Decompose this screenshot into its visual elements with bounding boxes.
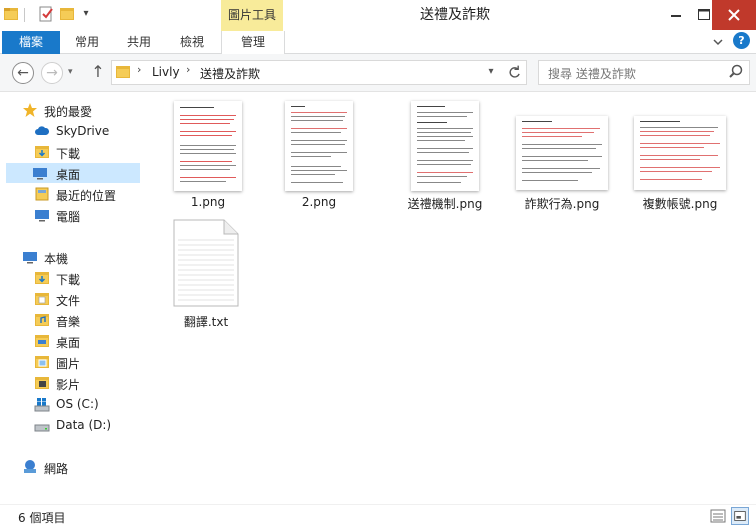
- file-name[interactable]: 複數帳號.png: [620, 195, 740, 212]
- breadcrumb-chevron-icon[interactable]: ›: [137, 63, 141, 76]
- music-folder-icon: [35, 314, 49, 326]
- picture-tools-header: 圖片工具: [221, 0, 283, 31]
- nav-label: 音樂: [56, 315, 81, 329]
- documents-folder-icon: [35, 293, 49, 305]
- address-history-dropdown[interactable]: ▾: [484, 64, 498, 80]
- nav-computer-fav[interactable]: 電腦: [30, 205, 152, 225]
- downloads-folder-icon: [35, 272, 49, 284]
- file-name[interactable]: 2.png: [259, 195, 379, 209]
- recent-locations-dropdown[interactable]: ▾: [68, 67, 78, 77]
- cloud-icon: [35, 126, 50, 135]
- nav-label: 下載: [56, 273, 81, 287]
- file-thumbnail[interactable]: [285, 101, 353, 191]
- file-name[interactable]: 翻譯.txt: [146, 313, 266, 330]
- tab-share[interactable]: 共用: [118, 31, 160, 53]
- file-thumbnail[interactable]: [174, 101, 242, 191]
- nav-recent-places[interactable]: 最近的位置: [30, 184, 152, 204]
- nav-drive-c[interactable]: OS (C:): [30, 394, 152, 414]
- file-thumbnail[interactable]: [411, 101, 479, 191]
- nav-label: 最近的位置: [56, 189, 117, 203]
- tab-home[interactable]: 常用: [66, 31, 108, 53]
- nav-desktop-fav[interactable]: 桌面: [6, 163, 140, 183]
- nav-downloads[interactable]: 下載: [30, 268, 152, 288]
- nav-drive-d[interactable]: Data (D:): [30, 415, 152, 435]
- ribbon-bar: [0, 31, 756, 54]
- file-thumbnail[interactable]: [634, 116, 726, 190]
- new-folder-icon[interactable]: [59, 6, 75, 22]
- title-bar: [0, 0, 756, 31]
- close-button[interactable]: [712, 0, 756, 30]
- windows-drive-icon: [34, 398, 50, 412]
- breadcrumb-chevron-icon[interactable]: ›: [186, 63, 190, 76]
- quick-access-divider: [24, 8, 25, 22]
- minimize-button[interactable]: [662, 2, 690, 28]
- nav-skydrive[interactable]: SkyDrive: [30, 121, 152, 141]
- desktop-icon: [33, 168, 47, 180]
- properties-icon[interactable]: [38, 5, 54, 23]
- file-thumbnail[interactable]: [516, 116, 608, 190]
- nav-favorites[interactable]: 我的最愛: [18, 100, 140, 120]
- desktop-icon: [35, 335, 49, 347]
- computer-icon: [23, 252, 37, 264]
- downloads-folder-icon: [35, 146, 49, 158]
- nav-label: 網路: [44, 462, 69, 476]
- breadcrumb-current-folder[interactable]: 送禮及詐欺: [200, 65, 260, 82]
- nav-label: 桌面: [56, 336, 81, 350]
- tab-file[interactable]: 檔案: [2, 31, 60, 54]
- text-file-icon[interactable]: [172, 218, 240, 308]
- refresh-icon[interactable]: [503, 60, 527, 85]
- window-title: 送禮及詐欺: [420, 7, 490, 23]
- nav-label: 電腦: [56, 210, 81, 224]
- file-name[interactable]: 送禮機制.png: [385, 195, 505, 212]
- nav-label: 下載: [56, 147, 81, 161]
- nav-label: 影片: [56, 378, 81, 392]
- file-name[interactable]: 1.png: [148, 195, 268, 209]
- nav-label: 桌面: [56, 168, 81, 182]
- nav-music[interactable]: 音樂: [30, 310, 152, 330]
- videos-folder-icon: [35, 377, 49, 389]
- nav-label: 圖片: [56, 357, 81, 371]
- nav-label: 我的最愛: [44, 105, 93, 119]
- forward-button[interactable]: →: [41, 62, 63, 84]
- nav-pictures[interactable]: 圖片: [30, 352, 152, 372]
- tab-manage[interactable]: 管理: [221, 31, 285, 54]
- large-icons-view-icon[interactable]: [731, 507, 749, 525]
- nav-documents[interactable]: 文件: [30, 289, 152, 309]
- up-button[interactable]: ↑: [88, 61, 108, 83]
- nav-label: OS (C:): [56, 397, 99, 411]
- folder-icon[interactable]: [3, 6, 19, 22]
- search-placeholder: 搜尋 送禮及詐欺: [548, 67, 636, 81]
- details-view-icon[interactable]: [710, 508, 726, 524]
- search-icon[interactable]: [727, 63, 745, 81]
- network-icon: [24, 460, 36, 473]
- nav-label: 本機: [44, 252, 69, 266]
- file-name[interactable]: 詐欺行為.png: [502, 195, 622, 212]
- drive-icon: [34, 424, 50, 432]
- status-bar: [0, 504, 756, 529]
- folder-icon: [116, 66, 130, 78]
- nav-label: SkyDrive: [56, 124, 110, 138]
- nav-desktop[interactable]: 桌面: [30, 331, 152, 351]
- breadcrumb-livly[interactable]: Livly: [152, 65, 180, 79]
- nav-downloads-fav[interactable]: 下載: [30, 142, 152, 162]
- item-count: 6 個項目: [18, 511, 66, 525]
- star-icon: [23, 103, 37, 117]
- back-button[interactable]: ←: [12, 62, 34, 84]
- nav-label: 文件: [56, 294, 81, 308]
- nav-this-pc[interactable]: 本機: [18, 247, 140, 267]
- chevron-down-icon[interactable]: [711, 35, 725, 49]
- quick-access-dropdown[interactable]: ▾: [80, 8, 92, 20]
- nav-network[interactable]: 網路: [18, 457, 140, 477]
- tab-view[interactable]: 檢視: [171, 31, 213, 53]
- help-icon[interactable]: ?: [733, 32, 750, 49]
- computer-icon: [35, 210, 49, 222]
- nav-videos[interactable]: 影片: [30, 373, 152, 393]
- recent-places-icon: [35, 187, 49, 201]
- nav-label: Data (D:): [56, 418, 112, 432]
- pictures-folder-icon: [35, 356, 49, 368]
